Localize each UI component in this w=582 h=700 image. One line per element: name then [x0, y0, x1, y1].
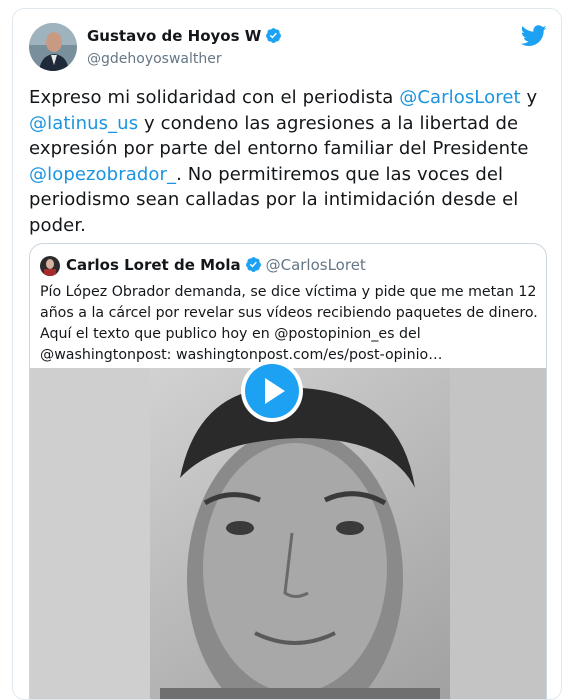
- tweet-text-segment: y: [520, 87, 538, 108]
- tweet-card: Gustavo de Hoyos W @gdehoyoswalther Expr…: [12, 8, 562, 700]
- author-handle[interactable]: @gdehoyoswalther: [87, 51, 222, 67]
- mention-link-latinus[interactable]: @latinus_us: [29, 113, 138, 134]
- quoted-author-avatar[interactable]: [40, 256, 60, 276]
- author-name[interactable]: Gustavo de Hoyos W: [87, 27, 282, 45]
- tweet-text-segment: Expreso mi solidaridad con el periodista: [29, 87, 400, 108]
- quoted-tweet-text: Pío López Obrador demanda, se dice vícti…: [40, 284, 538, 363]
- quoted-author-name[interactable]: Carlos Loret de Mola: [66, 256, 241, 274]
- mention-link-lopezobrador[interactable]: @lopezobrador_: [29, 164, 176, 185]
- quoted-author[interactable]: Carlos Loret de Mola @CarlosLoret: [66, 256, 366, 274]
- author-name-text[interactable]: Gustavo de Hoyos W: [87, 27, 261, 45]
- verified-badge-icon: [266, 28, 282, 43]
- twitter-bird-icon[interactable]: [521, 25, 547, 47]
- verified-badge-icon: [245, 257, 261, 272]
- quoted-tweet[interactable]: Carlos Loret de Mola @CarlosLoret Pío Lóp…: [29, 243, 547, 699]
- quoted-author-handle[interactable]: @CarlosLoret: [266, 256, 366, 274]
- play-icon[interactable]: [239, 358, 305, 424]
- mention-link-carlosloret[interactable]: @CarlosLoret: [399, 87, 520, 108]
- author-avatar[interactable]: [29, 23, 77, 71]
- tweet-text: Expreso mi solidaridad con el periodista…: [29, 85, 554, 238]
